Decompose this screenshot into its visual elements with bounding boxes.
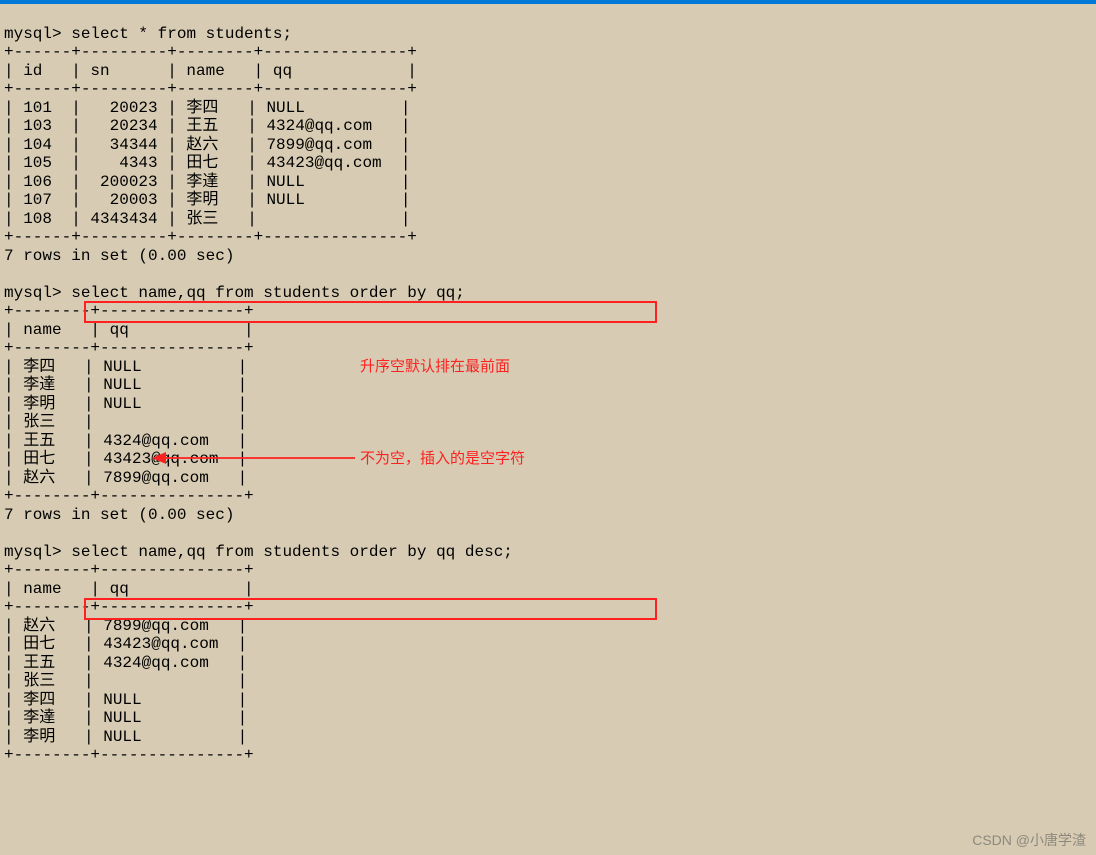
prompt: mysql>: [4, 25, 62, 43]
window-titlebar: [0, 0, 1096, 4]
table2-sep: +--------+---------------+: [4, 339, 254, 357]
highlight-query3: [84, 598, 657, 620]
table-row: | 104 | 34344 | 赵六 | 7899@qq.com |: [4, 136, 410, 154]
terminal-output: mysql> select * from students; +------+-…: [4, 6, 513, 765]
table-row: | 李四 | NULL |: [4, 691, 247, 709]
table2-sep: +--------+---------------+: [4, 487, 254, 505]
table1-sep: +------+---------+--------+-------------…: [4, 80, 417, 98]
table-row: | 张三 | |: [4, 413, 247, 431]
table3-sep: +--------+---------------+: [4, 561, 254, 579]
table-row: | 李明 | NULL |: [4, 728, 247, 746]
table-row: | 106 | 200023 | 李達 | NULL |: [4, 173, 410, 191]
watermark: CSDN @小唐学渣: [972, 831, 1086, 850]
table-row: | 王五 | 4324@qq.com |: [4, 432, 247, 450]
sql-query2: select name,qq from students order by qq…: [71, 284, 465, 302]
table-row: | 李四 | NULL |: [4, 358, 247, 376]
sql-query3: select name,qq from students order by qq…: [71, 543, 513, 561]
table1-sep: +------+---------+--------+-------------…: [4, 228, 417, 246]
table1-header: | id | sn | name | qq |: [4, 62, 417, 80]
prompt: mysql>: [4, 543, 62, 561]
table-row: | 田七 | 43423@qq.com |: [4, 635, 247, 653]
result-footer: 7 rows in set (0.00 sec): [4, 247, 234, 265]
table-row: | 赵六 | 7899@qq.com |: [4, 469, 247, 487]
table-row: | 王五 | 4324@qq.com |: [4, 654, 247, 672]
sql-query1: select * from students;: [71, 25, 292, 43]
table-row: | 李達 | NULL |: [4, 376, 247, 394]
result-footer: 7 rows in set (0.00 sec): [4, 506, 234, 524]
annotation-empty-string: 不为空，插入的是空字符: [360, 450, 525, 469]
table-row: | 101 | 20023 | 李四 | NULL |: [4, 99, 410, 117]
highlight-query2: [84, 301, 657, 323]
table-row: | 张三 | |: [4, 672, 247, 690]
table2-header: | name | qq |: [4, 321, 254, 339]
table-row: | 李達 | NULL |: [4, 709, 247, 727]
table-row: | 103 | 20234 | 王五 | 4324@qq.com |: [4, 117, 410, 135]
table-row: | 105 | 4343 | 田七 | 43423@qq.com |: [4, 154, 410, 172]
prompt: mysql>: [4, 284, 62, 302]
table-row: | 107 | 20003 | 李明 | NULL |: [4, 191, 410, 209]
table3-header: | name | qq |: [4, 580, 254, 598]
table-row: | 108 | 4343434 | 张三 | |: [4, 210, 410, 228]
table1-sep: +------+---------+--------+-------------…: [4, 43, 417, 61]
table3-sep: +--------+---------------+: [4, 746, 254, 764]
annotation-asc-null: 升序空默认排在最前面: [360, 358, 510, 377]
table-row: | 李明 | NULL |: [4, 395, 247, 413]
table-row: | 田七 | 43423@qq.com |: [4, 450, 247, 468]
